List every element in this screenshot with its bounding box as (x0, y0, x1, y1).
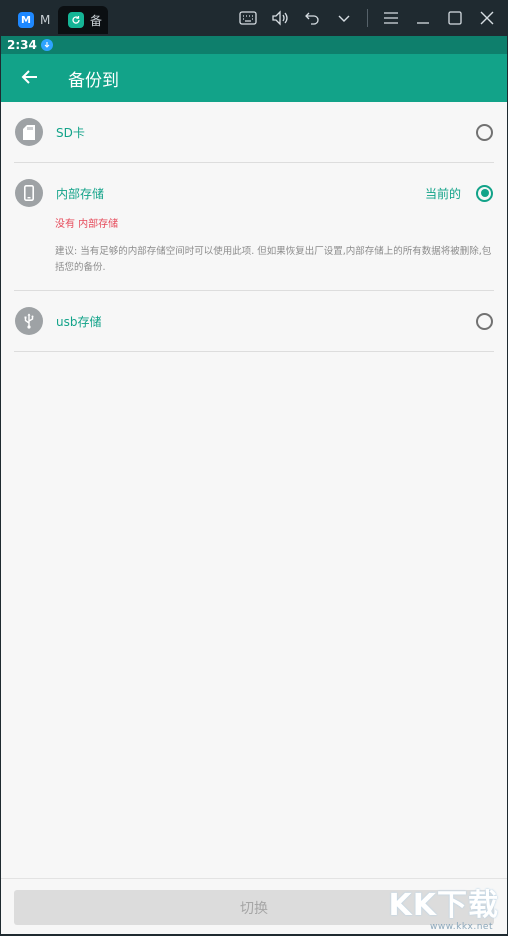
storage-option-label: usb存储 (56, 314, 102, 329)
phone-icon (15, 179, 43, 207)
radio-button[interactable] (476, 312, 493, 330)
watermark-logo-text: KK下载 (388, 888, 499, 923)
storage-option-internal[interactable]: 内部存储 当前的 没有 内部存储 建议: 当有足够的内部存储空间时可以使用此项.… (14, 163, 494, 291)
refresh-icon (68, 12, 84, 28)
download-notification-icon (40, 39, 53, 51)
sd-card-icon (15, 118, 43, 146)
storage-error-message: 没有 内部存储 (55, 219, 119, 230)
storage-option-sd-card[interactable]: SD卡 (14, 102, 494, 163)
maximize-icon[interactable] (444, 7, 466, 29)
emulator-titlebar: M M 备 (0, 0, 508, 36)
status-time: 2:34 (7, 38, 37, 52)
app-logo-icon: M (18, 12, 34, 28)
storage-option-list: SD卡 内部存储 当前的 没有 内部存储 建议: 当有足够的内部存储空间时可以使… (1, 102, 507, 352)
close-icon[interactable] (476, 7, 498, 29)
bottom-bar: 切换 KK下载 www.kkx.net (1, 878, 507, 934)
current-indicator: 当前的 (424, 186, 461, 201)
android-screen: 2:34 备份到 SD卡 内部存储 当前的 没有 内部存储 建议: 当有足够的内… (1, 36, 507, 934)
emulator-tab-2[interactable]: 备 (58, 6, 108, 34)
storage-option-label: SD卡 (56, 125, 85, 140)
tab-2-label: 备 (90, 13, 103, 28)
page-title: 备份到 (68, 70, 119, 91)
status-bar: 2:34 (1, 36, 507, 54)
app-bar: 备份到 (1, 54, 507, 102)
storage-option-usb[interactable]: usb存储 (14, 291, 494, 352)
menu-icon[interactable] (380, 7, 402, 29)
usb-icon (15, 307, 43, 335)
volume-icon[interactable] (269, 7, 291, 29)
keyboard-icon[interactable] (237, 7, 259, 29)
minimize-icon[interactable] (412, 7, 434, 29)
toolbar-divider (367, 9, 368, 27)
storage-option-label: 内部存储 (56, 186, 105, 201)
undo-icon[interactable] (301, 7, 323, 29)
watermark-url: www.kkx.net (430, 922, 493, 932)
tab-1-label: M (40, 13, 51, 27)
arrow-left-icon[interactable] (21, 66, 51, 91)
radio-button[interactable] (476, 123, 493, 141)
kkx-watermark-logo: KK下载 www.kkx.net (385, 878, 505, 932)
radio-button-selected[interactable] (476, 184, 493, 202)
storage-advice-text: 建议: 当有足够的内部存储空间时可以使用此项. 但如果恢复出厂设置,内部存储上的… (55, 246, 492, 273)
emulator-tab-1[interactable]: M M (8, 6, 56, 34)
chevron-down-icon[interactable] (333, 7, 355, 29)
